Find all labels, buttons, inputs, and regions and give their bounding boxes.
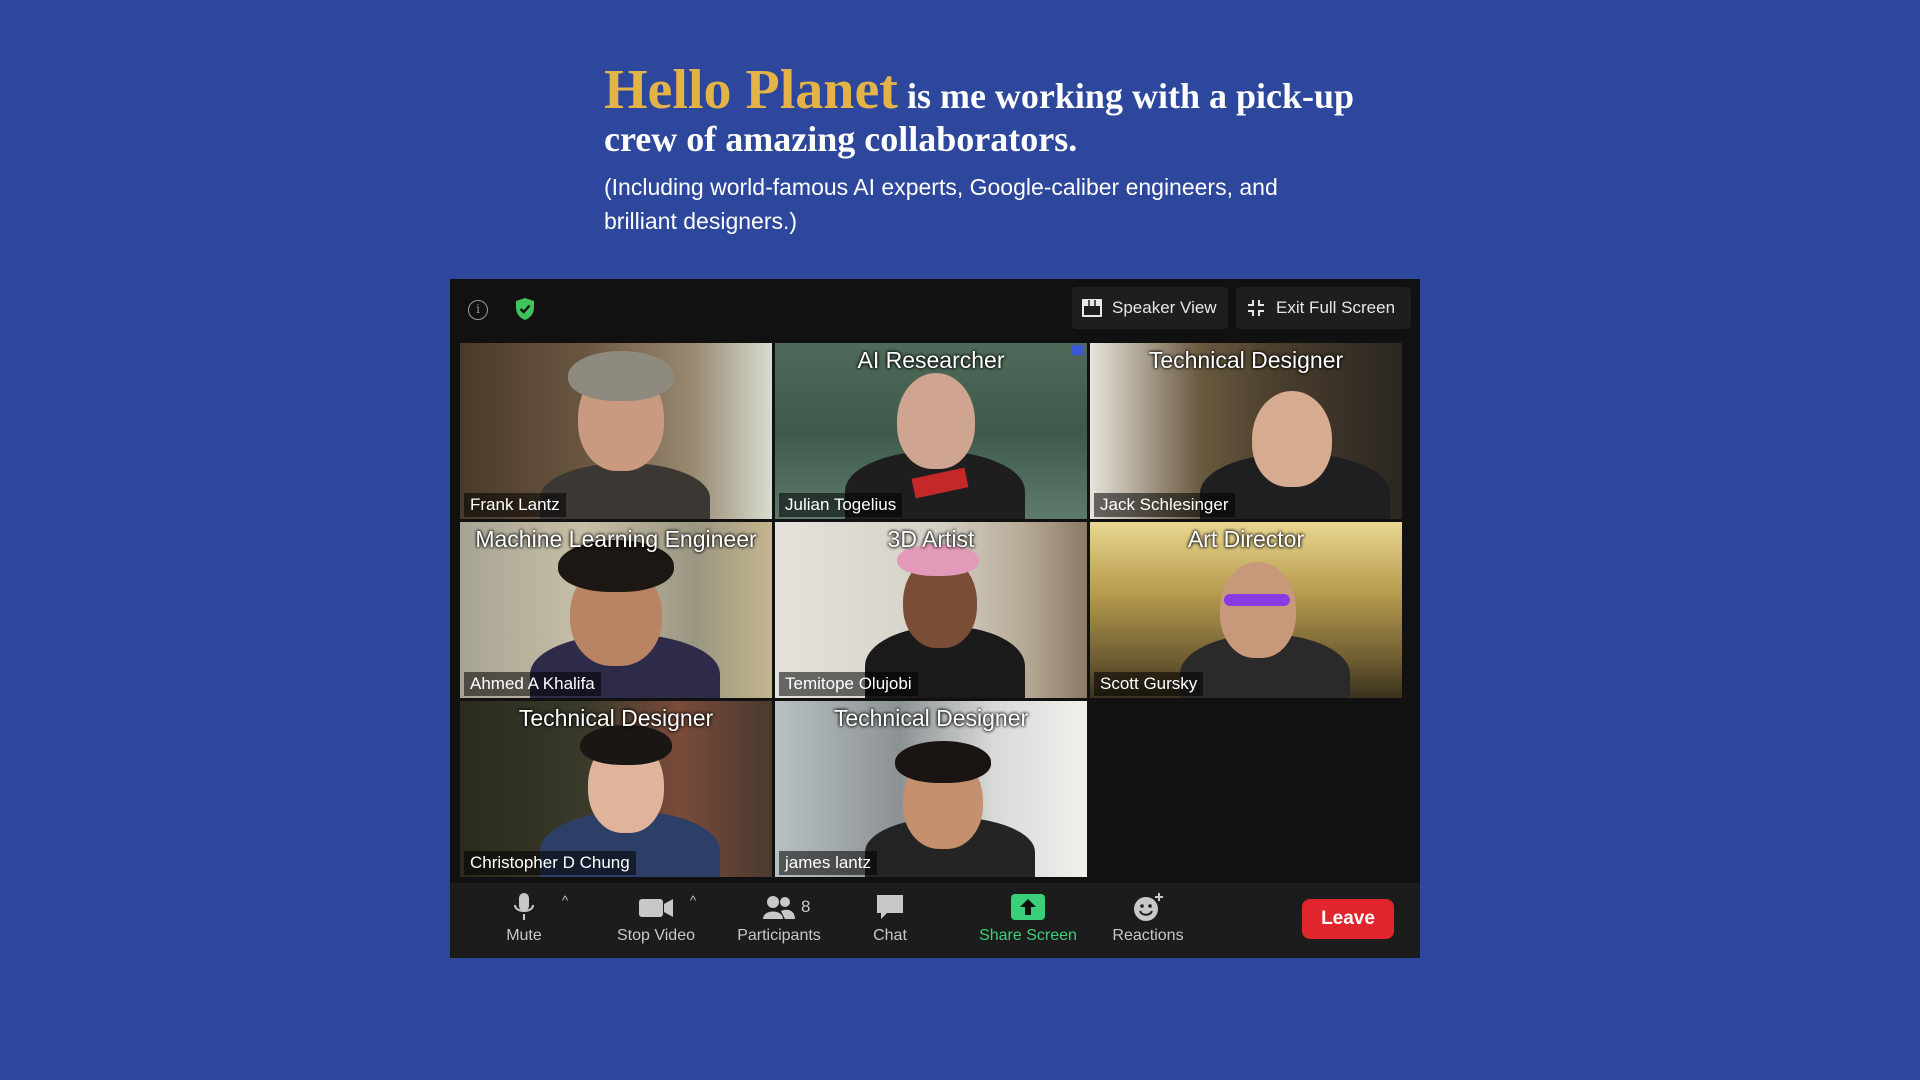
participant-name: Ahmed A Khalifa (464, 672, 601, 696)
video-tile-julian-togelius[interactable]: AI Researcher Julian Togelius (775, 343, 1087, 519)
participant-name: Jack Schlesinger (1094, 493, 1235, 517)
video-tile-scott-gursky[interactable]: Art Director Scott Gursky (1090, 522, 1402, 698)
speaker-view-button[interactable]: Speaker View (1072, 287, 1228, 329)
video-tile-ahmed-a-khalifa[interactable]: Machine Learning Engineer Ahmed A Khalif… (460, 522, 772, 698)
reactions-label: Reactions (1112, 927, 1184, 944)
participant-name: james lantz (779, 851, 877, 875)
participant-role: Technical Designer (833, 705, 1029, 731)
zoom-meeting-window: i Speaker View Exit Full Screen Frank La… (450, 279, 1420, 958)
participant-role: Technical Designer (518, 705, 714, 731)
grid-icon (1082, 299, 1102, 317)
participant-count: 8 (801, 897, 811, 916)
participant-name: Scott Gursky (1094, 672, 1204, 696)
participant-role: Machine Learning Engineer (475, 526, 757, 552)
video-tile-jack-schlesinger[interactable]: Technical Designer Jack Schlesinger (1090, 343, 1402, 519)
headline: Hello Planet is me working with a pick-u… (604, 62, 1364, 160)
participant-role: Art Director (1187, 526, 1305, 552)
meeting-toolbar: Mute ^ Stop Video ^ 8 Participants Chat … (450, 883, 1420, 958)
participant-role: AI Researcher (857, 347, 1005, 373)
brand-title: Hello Planet (604, 59, 898, 121)
chat-label: Chat (873, 927, 907, 944)
participant-name: Julian Togelius (779, 493, 903, 517)
camera-icon (639, 899, 673, 917)
intro-text: Hello Planet is me working with a pick-u… (604, 62, 1364, 238)
shield-check-icon[interactable] (514, 297, 536, 321)
participant-name: Temitope Olujobi (779, 672, 918, 696)
video-tile-temitope-olujobi[interactable]: 3D Artist Temitope Olujobi (775, 522, 1087, 698)
video-options-chevron-icon[interactable]: ^ (690, 893, 696, 908)
chat-button[interactable]: Chat (862, 891, 918, 953)
share-screen-button[interactable]: Share Screen (968, 891, 1088, 953)
participant-name: Frank Lantz (464, 493, 566, 517)
subline-text: (Including world-famous AI experts, Goog… (604, 174, 1278, 234)
mute-button[interactable]: Mute (496, 891, 552, 953)
stop-video-label: Stop Video (617, 927, 695, 944)
exit-full-screen-label: Exit Full Screen (1276, 298, 1396, 317)
audio-options-chevron-icon[interactable]: ^ (562, 893, 568, 908)
video-tile-christopher-d-chung[interactable]: Technical Designer Christopher D Chung (460, 701, 772, 877)
participant-role: Technical Designer (1148, 347, 1344, 373)
mute-label: Mute (506, 927, 542, 944)
exit-full-screen-button[interactable]: Exit Full Screen (1236, 287, 1411, 329)
speaker-view-label: Speaker View (1112, 298, 1217, 317)
meeting-topbar: i Speaker View Exit Full Screen (450, 279, 1420, 337)
leave-button[interactable]: Leave (1302, 899, 1394, 939)
video-tile-james-lantz[interactable]: Technical Designer james lantz (775, 701, 1087, 877)
reactions-icon (1134, 893, 1163, 921)
participants-label: Participants (737, 927, 821, 944)
reactions-button[interactable]: Reactions (1102, 891, 1194, 953)
microphone-icon (514, 893, 534, 920)
chat-icon (877, 895, 903, 919)
video-tile-frank-lantz[interactable]: Frank Lantz (460, 343, 772, 519)
participant-name: Christopher D Chung (464, 851, 636, 875)
participants-icon (763, 896, 795, 919)
share-screen-label: Share Screen (979, 927, 1077, 944)
share-screen-icon (1011, 894, 1045, 920)
exit-fullscreen-icon (1248, 300, 1264, 316)
participant-role: 3D Artist (887, 526, 975, 552)
info-icon[interactable]: i (468, 300, 488, 320)
participants-button[interactable]: 8 Participants (726, 891, 832, 953)
